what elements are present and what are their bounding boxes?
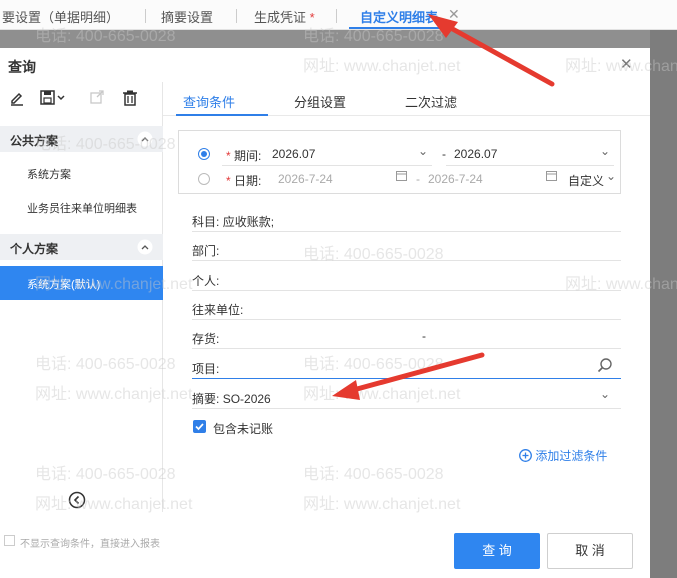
field-label: 摘要: (192, 392, 220, 406)
date-label-text: 日期: (234, 174, 262, 188)
include-unposted-checkbox[interactable] (193, 420, 206, 433)
include-unposted-label: 包含未记账 (213, 422, 274, 436)
group-title: 个人方案 (10, 242, 59, 256)
tab-divider (236, 9, 237, 23)
close-tab-icon[interactable]: ✕ (448, 6, 460, 23)
inventory-field[interactable]: 存货: - (192, 321, 621, 349)
period-to-select[interactable]: 2026.07 (454, 147, 497, 161)
personal-plans-header[interactable]: 个人方案 (0, 234, 163, 260)
cancel-button[interactable]: 取 消 (547, 533, 633, 569)
chevron-down-icon[interactable]: ⌄ (418, 144, 428, 158)
window-tab-bar: 要设置（单据明细） 摘要设置 生成凭证 * 自定义明细表 ✕ (0, 0, 677, 30)
inventory-range-dash: - (422, 329, 426, 343)
summary-label: 摘要: SO-2026 (192, 390, 271, 407)
person-field[interactable]: 个人: (192, 263, 621, 291)
skip-query-checkbox[interactable] (4, 535, 15, 546)
counterparty-field[interactable]: 往来单位: (192, 292, 621, 320)
summary-field[interactable]: 摘要: SO-2026 ⌄ (192, 381, 621, 409)
plan-item-system[interactable]: 系统方案 (0, 156, 163, 190)
required-asterisk: * (226, 149, 231, 163)
date-dash: - (416, 172, 420, 186)
calendar-icon[interactable] (546, 170, 557, 184)
plus-circle-icon (519, 449, 532, 462)
unsaved-marker: * (309, 10, 315, 25)
tab-divider (145, 9, 146, 23)
export-icon[interactable] (90, 90, 104, 108)
project-field[interactable]: 项目: (192, 351, 621, 379)
tab-secondary-filter[interactable]: 二次过滤 (405, 92, 457, 111)
chevron-down-icon[interactable]: ⌄ (600, 144, 610, 158)
date-to-input[interactable]: 2026-7-24 (428, 172, 483, 186)
active-subtab-indicator (176, 114, 268, 116)
group-title: 公共方案 (10, 134, 59, 148)
tab-divider (336, 9, 337, 23)
calendar-icon[interactable] (396, 170, 407, 184)
date-mode-select[interactable]: 自定义 (568, 172, 604, 189)
date-label: * 日期: (226, 172, 261, 189)
skip-query-label: 不显示查询条件，直接进入报表 (20, 539, 160, 550)
public-plans-header[interactable]: 公共方案 (0, 126, 163, 152)
subject-label: 科目: 应收账款; (192, 213, 274, 230)
period-from-select[interactable]: 2026.07 (272, 147, 315, 161)
date-radio[interactable] (198, 173, 210, 185)
department-field[interactable]: 部门: (192, 233, 621, 261)
subject-value: 应收账款; (222, 215, 275, 229)
chevron-up-icon[interactable] (137, 239, 153, 255)
period-label: * 期间: (226, 147, 261, 164)
tab-custom-detail-report[interactable]: 自定义明细表 (360, 7, 438, 26)
delete-trash-icon[interactable] (123, 90, 137, 109)
search-icon[interactable] (597, 357, 613, 373)
add-filter-button[interactable]: 添加过滤条件 (519, 447, 607, 464)
subject-field[interactable]: 科目: 应收账款; (192, 204, 621, 232)
tab-generate-voucher[interactable]: 生成凭证 * (254, 7, 315, 26)
tab-summary-settings[interactable]: 摘要设置 (161, 7, 213, 26)
chevron-down-icon[interactable]: ⌄ (600, 387, 610, 401)
tab-group-settings[interactable]: 分组设置 (294, 92, 346, 111)
inventory-label: 存货: (192, 332, 220, 346)
plan-item-salesperson-detail[interactable]: 业务员往来单位明细表 (0, 190, 163, 224)
person-label: 个人: (192, 274, 220, 288)
dialog-title: 查询 (8, 59, 36, 75)
checkmark-icon (195, 423, 204, 431)
active-tab-indicator (349, 27, 450, 29)
query-subtabs: 查询条件 分组设置 二次过滤 (163, 82, 650, 116)
background-overlay (650, 30, 677, 578)
date-from-input[interactable]: 2026-7-24 (278, 172, 333, 186)
counterparty-label: 往来单位: (192, 303, 244, 317)
edit-pencil-icon[interactable] (10, 90, 24, 109)
field-label: 科目: (192, 215, 220, 229)
period-radio[interactable] (198, 148, 210, 160)
divider (446, 165, 614, 166)
plan-sidebar: 公共方案 系统方案 业务员往来单位明细表 个人方案 系统方案(默认) (0, 82, 163, 512)
period-label-text: 期间: (234, 149, 262, 163)
tab-label: 生成凭证 (254, 10, 307, 25)
project-label: 项目: (192, 362, 220, 376)
department-label: 部门: (192, 244, 220, 258)
divider (222, 165, 432, 166)
tab-summary-settings-detail[interactable]: 要设置（单据明细） (2, 7, 119, 26)
period-dash: - (442, 147, 446, 161)
collapse-left-icon[interactable] (68, 491, 86, 509)
plan-item-system-default[interactable]: 系统方案(默认) (0, 266, 163, 300)
add-filter-label: 添加过滤条件 (535, 449, 608, 463)
chevron-up-icon[interactable] (137, 131, 153, 147)
tab-query-conditions[interactable]: 查询条件 (183, 92, 235, 111)
query-button[interactable]: 查 询 (454, 533, 540, 569)
close-dialog-icon[interactable]: ✕ (620, 55, 633, 73)
required-asterisk: * (226, 174, 231, 188)
save-floppy-icon[interactable] (40, 90, 66, 109)
summary-value: SO-2026 (222, 392, 271, 406)
plan-toolbar (0, 82, 163, 116)
chevron-down-icon[interactable]: ⌄ (606, 169, 616, 183)
